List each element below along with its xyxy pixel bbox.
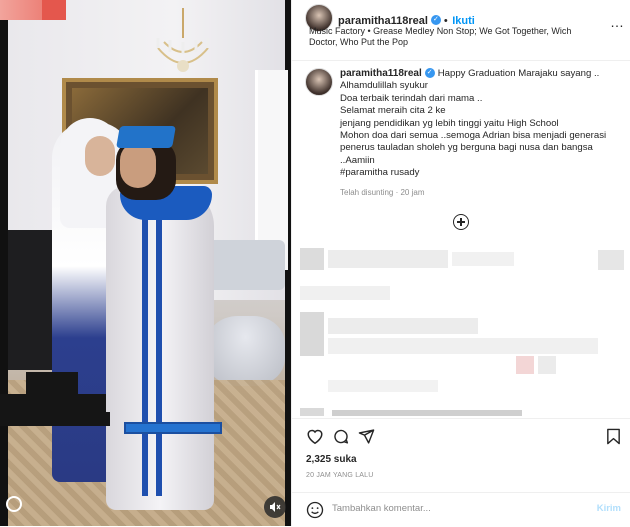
photo-graduate-face: [120, 142, 156, 188]
photo-mother-face: [85, 136, 115, 176]
caption-line: Selamat meraih cita 2 ke: [340, 105, 446, 117]
blurred-comment: [300, 286, 390, 300]
photo-ottoman: [206, 316, 285, 386]
send-button[interactable]: Kirim: [597, 503, 621, 514]
verified-badge-icon: ✓: [424, 68, 435, 79]
caption-line: ..Aamiin: [340, 154, 375, 166]
divider: [292, 60, 630, 61]
caption-line: jenjang pendidikan yg lebih tinggi yaitu…: [340, 117, 559, 129]
watermark-logo-icon: [6, 496, 22, 512]
bookmark-icon[interactable]: [606, 428, 621, 445]
music-label: Music Factory • Grease Medley Non Stop; …: [309, 26, 572, 47]
emoji-icon[interactable]: [306, 501, 324, 519]
divider: [292, 418, 630, 419]
post-media[interactable]: [0, 0, 291, 526]
heart-icon[interactable]: [306, 428, 324, 445]
redaction-block: [0, 394, 106, 412]
photo-gown-stripe: [142, 206, 148, 496]
caption-line: penerus tauladan sholeh yg berguna bagi …: [340, 142, 593, 154]
blurred-comment: [328, 318, 478, 334]
post-timestamp[interactable]: 20 JAM YANG LALU: [306, 472, 374, 479]
post-side-panel: paramitha118real ✓ • Ikuti Music Factory •…: [291, 0, 630, 526]
action-bar: [306, 428, 621, 446]
blurred-comment: [300, 408, 324, 416]
blurred-comment: [516, 356, 534, 374]
share-icon[interactable]: [358, 428, 375, 445]
blurred-comment: [452, 252, 514, 266]
verified-badge-icon: ✓: [430, 14, 441, 25]
comment-icon[interactable]: [332, 428, 350, 445]
blurred-comment: [328, 380, 438, 392]
caption-username[interactable]: paramitha118real: [340, 68, 422, 79]
photo-chandelier: [156, 8, 210, 72]
caption-hashtag[interactable]: #paramitha rusady: [340, 167, 625, 179]
plus-circle-icon[interactable]: [453, 214, 469, 230]
blurred-comment: [300, 312, 324, 356]
caption: paramitha118real ✓ Happy Graduation Maraja…: [340, 68, 625, 180]
edited-timestamp: Telah disunting · 20 jam: [340, 188, 425, 197]
redaction-block: [0, 412, 110, 426]
caption-line: Happy Graduation Marajaku sayang ..: [437, 68, 600, 79]
caption-line: Doa terbaik terindah dari mama ..: [340, 92, 483, 104]
like-count[interactable]: 2,325 suka: [306, 454, 357, 465]
caption-avatar[interactable]: [305, 68, 333, 96]
caption-line: Alhamdulillah syukur: [340, 80, 428, 92]
photo-graduation-cap: [116, 126, 176, 148]
more-options-icon[interactable]: …: [610, 14, 625, 30]
comment-box: Tambahkan komentar... Kirim: [292, 492, 630, 527]
redaction-block: [26, 372, 78, 394]
caption-line: Mohon doa dari semua ..semoga Adrian bis…: [340, 130, 607, 142]
blurred-comment: [332, 410, 522, 416]
photo-sofa: [205, 240, 285, 290]
music-attribution[interactable]: Music Factory • Grease Medley Non Stop; …: [309, 26, 594, 48]
top-left-overlay: [42, 0, 66, 20]
blurred-comment: [328, 338, 598, 354]
blurred-comment: [538, 356, 556, 374]
blurred-comment: [300, 248, 324, 270]
speaker-muted-icon[interactable]: [264, 496, 286, 518]
photo-blue-strip: [124, 422, 222, 434]
blurred-comment: [328, 250, 448, 268]
blurred-comment: [598, 250, 624, 270]
comment-input[interactable]: Tambahkan komentar...: [332, 503, 431, 514]
photo-gown-stripe: [156, 206, 162, 496]
